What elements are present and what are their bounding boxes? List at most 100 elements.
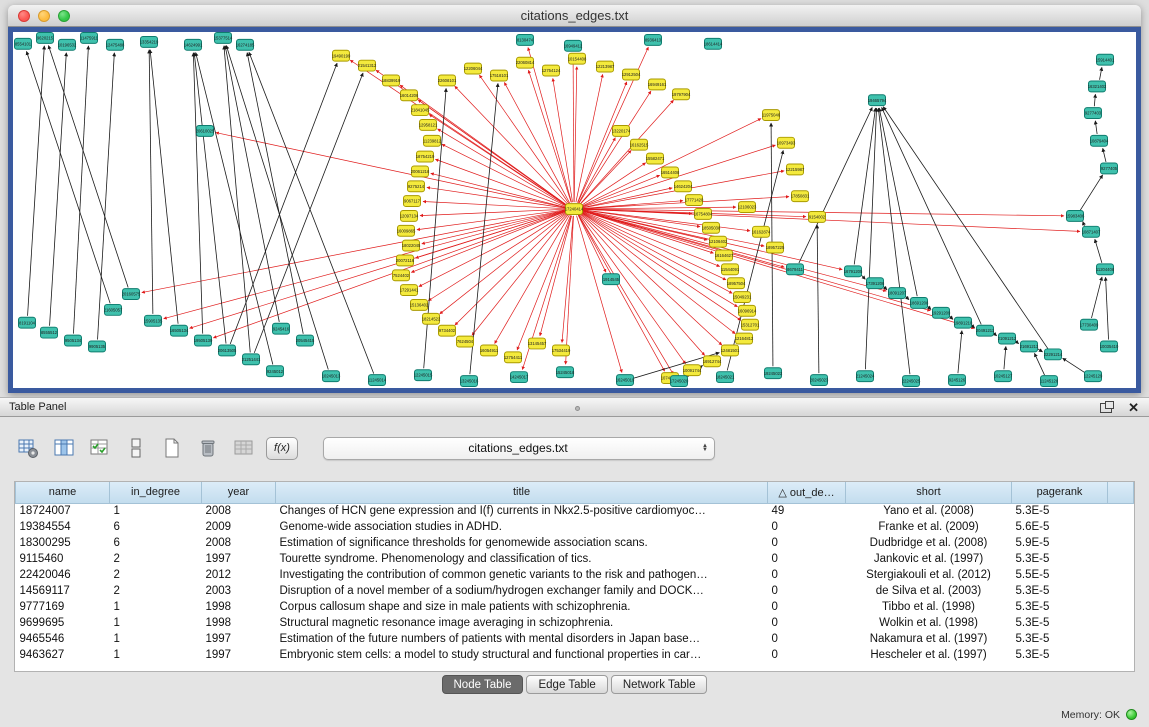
graph-node[interactable]: 16321402	[1088, 81, 1107, 92]
graph-edge[interactable]	[582, 119, 761, 207]
cell-in_degree[interactable]: 2	[110, 551, 202, 567]
table-mode-button[interactable]	[14, 435, 41, 461]
graph-node[interactable]: 8554101	[15, 38, 32, 49]
graph-node[interactable]: 21541312	[358, 60, 377, 71]
graph-node[interactable]: 16754804	[694, 209, 713, 220]
graph-edge[interactable]	[1095, 121, 1097, 134]
cell-out_degree[interactable]: 49	[768, 503, 846, 519]
cell-out_degree[interactable]: 0	[768, 535, 846, 551]
graph-node[interactable]: 22608101	[438, 75, 457, 86]
graph-edge[interactable]	[578, 215, 606, 272]
graph-node[interactable]: 14624991	[184, 39, 203, 50]
graph-node[interactable]: 22245025	[902, 376, 921, 387]
graph-node[interactable]: 11544091	[721, 264, 740, 275]
graph-edge[interactable]	[1038, 349, 1043, 352]
cell-title[interactable]: Embryonic stem cells: a model to study s…	[276, 647, 768, 663]
graph-edge[interactable]	[470, 83, 498, 374]
graph-edge[interactable]	[194, 53, 226, 344]
column-header-year[interactable]: year	[202, 482, 276, 503]
graph-node[interactable]: 20610025	[196, 125, 215, 136]
graph-edge[interactable]	[429, 114, 566, 205]
cell-short[interactable]: Nakamura et al. (1997)	[846, 631, 1012, 647]
graph-node[interactable]: 18091207	[888, 288, 907, 299]
graph-node[interactable]: 9505134	[65, 335, 82, 346]
graph-node[interactable]: 9620215	[37, 32, 54, 43]
column-header-name[interactable]: name	[16, 482, 110, 503]
graph-node[interactable]: 9245012	[267, 366, 284, 377]
cell-pagerank[interactable]: 5.6E-5	[1012, 519, 1108, 535]
cell-short[interactable]: Wolkin et al. (1998)	[846, 615, 1012, 631]
graph-node[interactable]: 10035410	[1100, 341, 1119, 352]
cell-year[interactable]: 1997	[202, 551, 276, 567]
graph-edge[interactable]	[583, 145, 776, 207]
graph-node[interactable]: 15136402	[410, 299, 429, 310]
graph-node[interactable]: 9245416	[273, 323, 290, 334]
graph-node[interactable]: 7524402	[393, 270, 410, 281]
cell-in_degree[interactable]: 1	[110, 599, 202, 615]
graph-node[interactable]: 20072116	[396, 255, 415, 266]
table-row[interactable]: 1938455462009Genome-wide association stu…	[16, 519, 1134, 535]
graph-edge[interactable]	[799, 107, 872, 263]
cell-year[interactable]: 2012	[202, 567, 276, 583]
graph-node[interactable]: 8936413	[645, 34, 662, 45]
graph-edge[interactable]	[431, 173, 566, 207]
graph-edge[interactable]	[419, 212, 566, 286]
graph-edge[interactable]	[517, 215, 570, 350]
edit-columns-button[interactable]	[86, 435, 113, 461]
graph-edge[interactable]	[73, 46, 88, 334]
graph-edge[interactable]	[472, 214, 568, 335]
column-header-short[interactable]: short	[846, 482, 1012, 503]
graph-node[interactable]: 20613505	[218, 345, 237, 356]
graph-node[interactable]: 11245128	[1040, 376, 1059, 387]
graph-node[interactable]: 15049231	[733, 292, 752, 303]
cell-year[interactable]: 2008	[202, 535, 276, 551]
column-header-in-degree[interactable]: in_degree	[110, 482, 202, 503]
cell-name[interactable]: 9463627	[16, 647, 110, 663]
graph-edge[interactable]	[1100, 67, 1102, 79]
graph-node[interactable]: 9277403	[1085, 108, 1102, 119]
graph-node[interactable]: 16791205	[844, 266, 863, 277]
graph-node[interactable]: 17291441	[400, 285, 419, 296]
graph-edge[interactable]	[98, 53, 115, 340]
graph-node[interactable]: 12245129	[1084, 371, 1103, 382]
graph-node[interactable]: 9277405	[1101, 163, 1118, 174]
graph-node[interactable]: 7624504	[457, 336, 474, 347]
graph-node[interactable]: 18614414	[704, 38, 723, 49]
graph-node[interactable]: 15582471	[646, 153, 665, 164]
graph-node[interactable]: 10154408	[568, 53, 587, 64]
graph-node[interactable]: 21091212	[998, 333, 1017, 344]
graph-edge[interactable]	[28, 46, 45, 316]
table-row[interactable]: 2242004622012Investigating the contribut…	[16, 567, 1134, 583]
graph-edge[interactable]	[230, 63, 337, 344]
graph-node[interactable]: 9734402	[439, 325, 456, 336]
graph-node[interactable]: 19891210	[954, 317, 973, 328]
graph-edge[interactable]	[142, 210, 565, 292]
graph-node[interactable]: 21245024	[856, 371, 875, 382]
graph-node[interactable]: 18957504	[727, 278, 746, 289]
graph-node[interactable]: 17534419	[552, 345, 571, 356]
graph-node[interactable]: 9905135	[89, 341, 106, 352]
graph-edge[interactable]	[577, 82, 626, 203]
graph-edge[interactable]	[879, 108, 917, 296]
splitter-handle[interactable]	[575, 406, 580, 411]
graph-node[interactable]: 18839919	[382, 75, 401, 86]
graph-node[interactable]: 13354219	[140, 36, 159, 47]
cell-out_degree[interactable]: 0	[768, 647, 846, 663]
window-titlebar[interactable]: citations_edges.txt	[8, 5, 1141, 27]
graph-node[interactable]: 9067117	[404, 196, 421, 207]
graph-node[interactable]: 17771420	[685, 195, 704, 206]
cell-pagerank[interactable]: 5.3E-5	[1012, 615, 1108, 631]
network-file-select[interactable]: citations_edges.txt ▲▼	[323, 437, 715, 460]
import-table-button[interactable]	[230, 435, 257, 461]
graph-node[interactable]: 11239812	[423, 135, 442, 146]
cell-year[interactable]: 1998	[202, 599, 276, 615]
graph-node[interactable]: 12475488	[106, 39, 125, 50]
graph-edge[interactable]	[196, 53, 273, 365]
graph-node[interactable]: 19291209	[932, 307, 951, 318]
graph-edge[interactable]	[149, 50, 153, 314]
table-row[interactable]: 911546021997Tourette syndrome. Phenomeno…	[16, 551, 1134, 567]
graph-node[interactable]: 12754411	[504, 352, 523, 363]
graph-node[interactable]: 9275214	[408, 181, 425, 192]
delete-column-button[interactable]	[194, 435, 221, 461]
graph-node[interactable]: 19797904	[672, 89, 691, 100]
